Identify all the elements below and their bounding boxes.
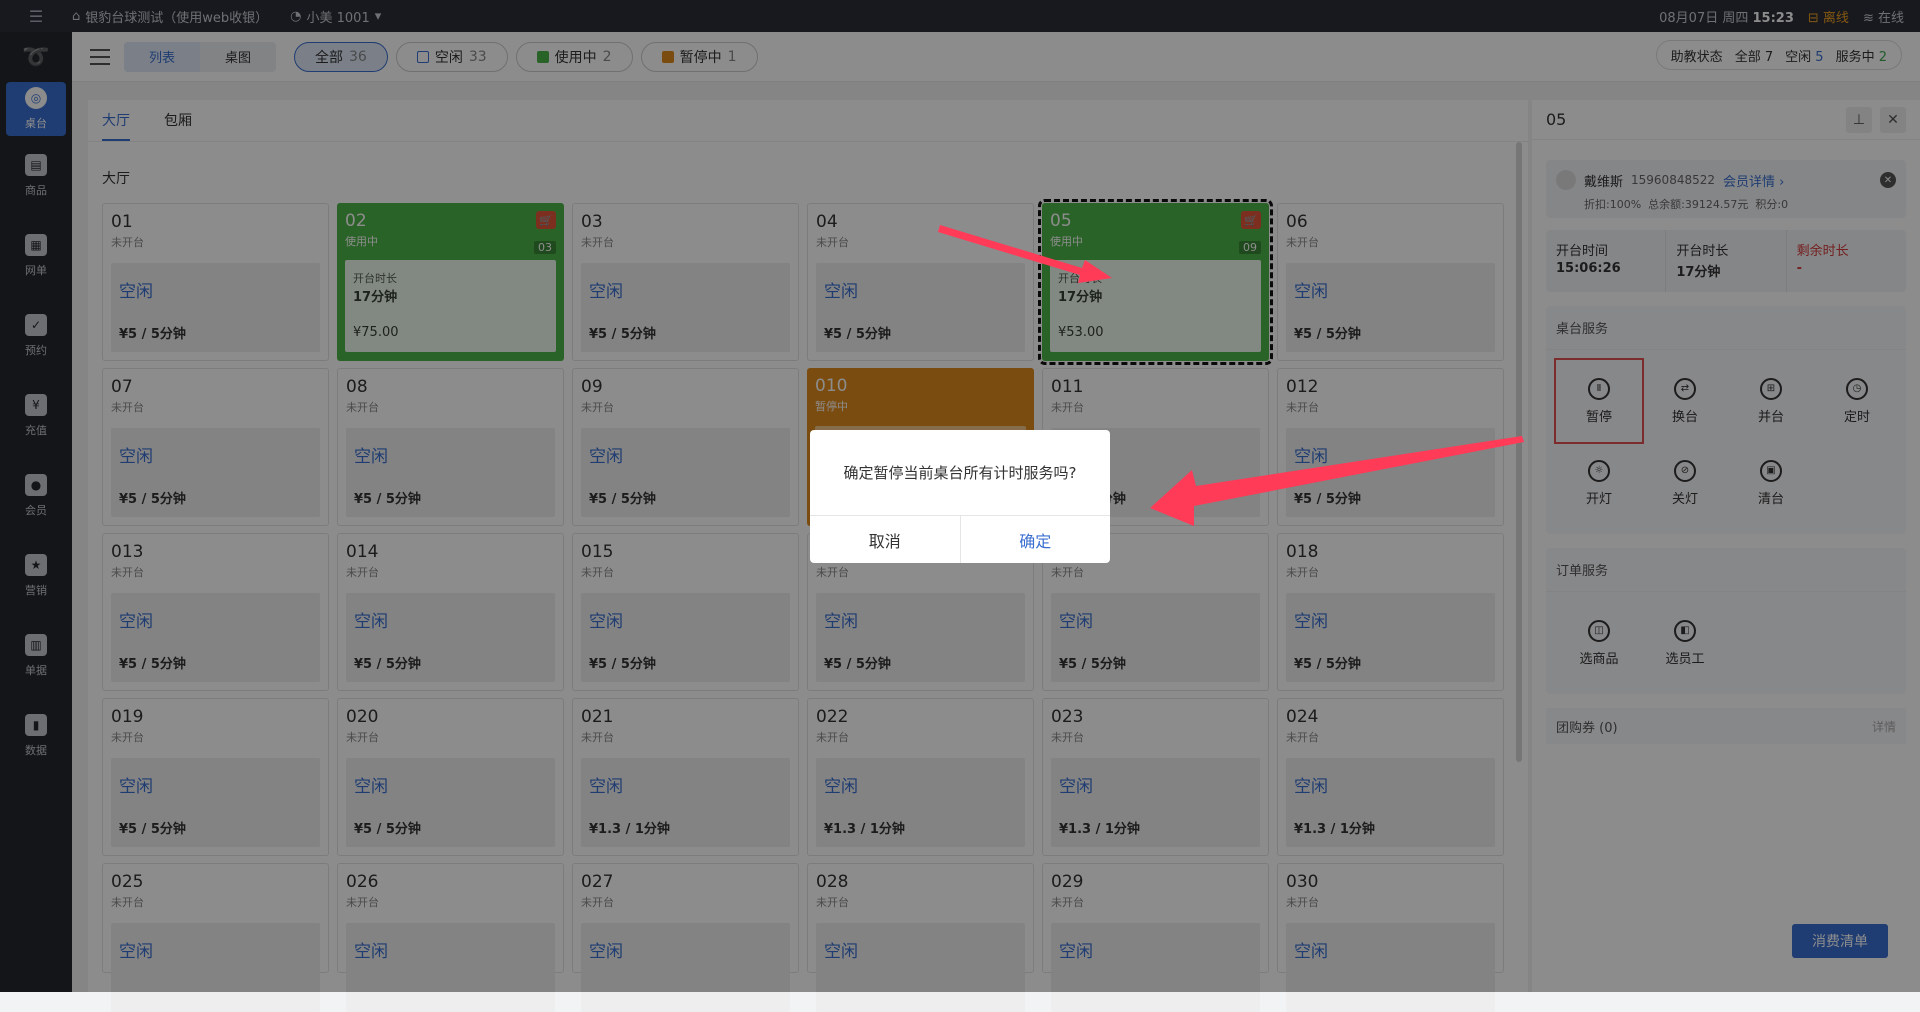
dialog-message: 确定暂停当前桌台所有计时服务吗?	[810, 430, 1110, 516]
cancel-button[interactable]: 取消	[810, 516, 961, 563]
confirm-dialog: 确定暂停当前桌台所有计时服务吗? 取消 确定	[810, 430, 1110, 563]
confirm-button[interactable]: 确定	[961, 516, 1111, 563]
